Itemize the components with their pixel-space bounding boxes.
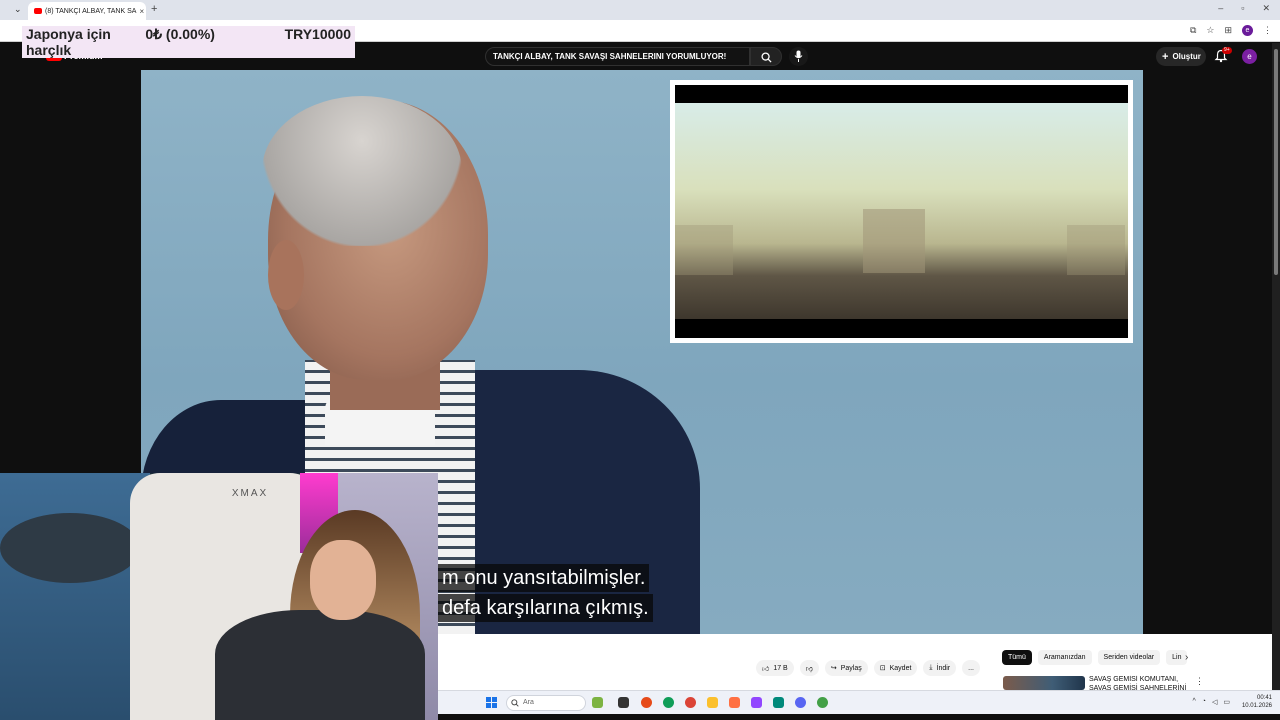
recommendation-chips: Tümü Aramanızdan Seriden videolar Lin bbox=[1002, 650, 1188, 665]
create-label: Oluştur bbox=[1172, 52, 1201, 61]
tray-battery-icon[interactable]: ▭ bbox=[1223, 698, 1230, 706]
windows-taskbar: Ara ^ ◔ ◁ ▭ 00:41 10.01.2026 bbox=[438, 690, 1280, 714]
ticker-name: Japonya için harçlık bbox=[26, 26, 111, 58]
scrollbar-thumb[interactable] bbox=[1274, 49, 1278, 275]
taskbar-app-icon[interactable] bbox=[773, 697, 784, 708]
inset-foggy-battlefield-image bbox=[675, 103, 1128, 319]
chip-all[interactable]: Tümü bbox=[1002, 650, 1032, 665]
bookmark-icon: ⊡ bbox=[879, 665, 886, 672]
download-icon: ⤓ bbox=[929, 664, 933, 671]
notifications-badge: 9+ bbox=[1222, 47, 1232, 54]
account-avatar[interactable]: e bbox=[1242, 49, 1257, 64]
dislike-button[interactable]: 👎︎ bbox=[799, 660, 819, 676]
voice-search-button[interactable] bbox=[789, 47, 808, 66]
webcam-side-table bbox=[0, 513, 140, 583]
taskbar-search-icon bbox=[511, 699, 519, 707]
close-window-icon[interactable]: ✕ bbox=[1262, 3, 1270, 14]
windows-start-icon[interactable] bbox=[486, 697, 497, 708]
recommended-video-thumbnail[interactable] bbox=[1003, 676, 1085, 690]
search-button[interactable] bbox=[750, 47, 782, 66]
save-label: Kaydet bbox=[889, 664, 912, 672]
subtitle-line-2: defa karşılarına çıkmış. bbox=[438, 594, 653, 622]
taskbar-discord-icon[interactable] bbox=[795, 697, 806, 708]
inset-tower-right bbox=[1067, 225, 1125, 275]
minimize-icon[interactable]: – bbox=[1218, 3, 1223, 14]
save-button[interactable]: ⊡ Kaydet bbox=[873, 660, 918, 676]
tab-search-icon[interactable]: ⌄ bbox=[14, 4, 26, 16]
address-bar-icons: ⧉ ☆ ⊞ e ⋮ bbox=[1190, 25, 1272, 36]
plus-icon: + bbox=[1162, 50, 1169, 63]
subtitle-line-1: m onu yansıtabilmişler. bbox=[438, 564, 650, 592]
more-actions-button[interactable]: ... bbox=[962, 660, 980, 676]
share-button[interactable]: ↪ Paylaş bbox=[824, 660, 868, 676]
recommended-video-title[interactable]: SAVAŞ GEMİSİ KOMUTANI, SAVAŞ GEMİSİ SAHN… bbox=[1089, 675, 1189, 691]
share-label: Paylaş bbox=[840, 664, 862, 672]
video-person-ear bbox=[268, 240, 304, 310]
taskbar-twitch-icon[interactable] bbox=[751, 697, 762, 708]
extensions-icon[interactable]: ⊞ bbox=[1224, 25, 1232, 36]
like-button[interactable]: 👍︎ 17 B bbox=[756, 660, 794, 676]
taskbar-search-placeholder: Ara bbox=[523, 699, 534, 706]
microphone-icon bbox=[794, 50, 803, 62]
tray-network-icon[interactable]: ◔ bbox=[1202, 698, 1206, 706]
bottom-strip bbox=[438, 714, 1280, 720]
taskbar-search-input[interactable]: Ara bbox=[506, 695, 586, 711]
recommended-video-menu-icon[interactable]: ⋮ bbox=[1195, 676, 1204, 687]
page-scrollbar[interactable] bbox=[1272, 43, 1280, 695]
tab-close-icon[interactable]: × bbox=[139, 7, 144, 16]
video-inset-clip bbox=[670, 80, 1133, 343]
taskbar-app-icon[interactable] bbox=[729, 697, 740, 708]
download-label: İndir bbox=[936, 664, 951, 672]
inset-tower bbox=[863, 209, 925, 273]
streamer-body bbox=[215, 610, 425, 720]
like-count: 17 B bbox=[773, 664, 788, 672]
search-input[interactable]: TANKÇI ALBAY, TANK SAVAŞI SAHNELERINI YO… bbox=[485, 47, 750, 66]
system-tray: ^ ◔ ◁ ▭ bbox=[1192, 698, 1230, 706]
chip-series-videos[interactable]: Seriden videolar bbox=[1097, 650, 1161, 665]
taskbar-chrome-icon[interactable] bbox=[685, 697, 696, 708]
new-tab-button[interactable]: + bbox=[151, 3, 157, 15]
youtube-favicon-icon bbox=[34, 8, 42, 14]
tray-chevron-icon[interactable]: ^ bbox=[1192, 698, 1195, 706]
taskbar-app-icon[interactable] bbox=[817, 697, 828, 708]
share-icon: ↪ bbox=[830, 665, 837, 672]
like-icon: 👍︎ bbox=[762, 665, 770, 673]
window-controls: – ▫ ✕ bbox=[1218, 3, 1270, 14]
streamer-face bbox=[310, 540, 376, 620]
taskbar-app-icon[interactable] bbox=[641, 697, 652, 708]
taskbar-folder-icon[interactable] bbox=[707, 697, 718, 708]
create-button[interactable]: + Oluştur bbox=[1156, 47, 1206, 66]
chips-next-chevron-icon[interactable]: › bbox=[1185, 652, 1188, 663]
video-actions: 👍︎ 17 B 👎︎ ↪ Paylaş ⊡ Kaydet ⤓ İndir ... bbox=[756, 660, 980, 676]
screen: ⌄ (8) TANKÇI ALBAY, TANK SA × + – ▫ ✕ ⧉ … bbox=[0, 0, 1280, 720]
video-person-hair bbox=[262, 96, 462, 246]
taskbar-clock[interactable]: 00:41 10.01.2026 bbox=[1242, 694, 1272, 710]
taskbar-date: 10.01.2026 bbox=[1241, 703, 1272, 709]
ticker-change: 0₺ (0.00%) bbox=[145, 26, 215, 42]
taskbar-edge-icon[interactable] bbox=[663, 697, 674, 708]
inset-letterbox bbox=[675, 85, 1128, 338]
browser-tab[interactable]: (8) TANKÇI ALBAY, TANK SA × bbox=[28, 2, 146, 20]
dislike-icon: 👎︎ bbox=[805, 665, 813, 673]
taskbar-app-icon[interactable] bbox=[592, 697, 603, 708]
stream-ticker-widget: Japonya için harçlık 0₺ (0.00%) TRY10000 bbox=[22, 26, 355, 58]
search-icon bbox=[761, 52, 772, 63]
chip-from-search[interactable]: Aramanızdan bbox=[1037, 650, 1092, 665]
tab-title: (8) TANKÇI ALBAY, TANK SA bbox=[45, 7, 137, 15]
taskbar-time: 00:41 bbox=[1256, 695, 1272, 701]
taskbar-app-icon[interactable] bbox=[618, 697, 629, 708]
more-label: ... bbox=[968, 664, 974, 672]
browser-tab-bar: ⌄ (8) TANKÇI ALBAY, TANK SA × + – ▫ ✕ bbox=[0, 0, 1280, 20]
tray-volume-icon[interactable]: ◁ bbox=[1212, 698, 1217, 706]
inset-tower-left bbox=[675, 225, 733, 275]
download-button[interactable]: ⤓ İndir bbox=[923, 660, 957, 676]
restore-icon[interactable]: ▫ bbox=[1241, 3, 1244, 14]
webcam-window-background bbox=[0, 473, 150, 720]
browser-menu-icon[interactable]: ⋮ bbox=[1263, 25, 1272, 36]
profile-avatar[interactable]: e bbox=[1242, 25, 1253, 36]
webcam-chair-brand: XMAX bbox=[231, 488, 269, 499]
install-app-icon[interactable]: ⧉ bbox=[1190, 25, 1196, 36]
ticker-value: TRY10000 bbox=[284, 26, 351, 42]
bookmark-star-icon[interactable]: ☆ bbox=[1206, 25, 1214, 36]
